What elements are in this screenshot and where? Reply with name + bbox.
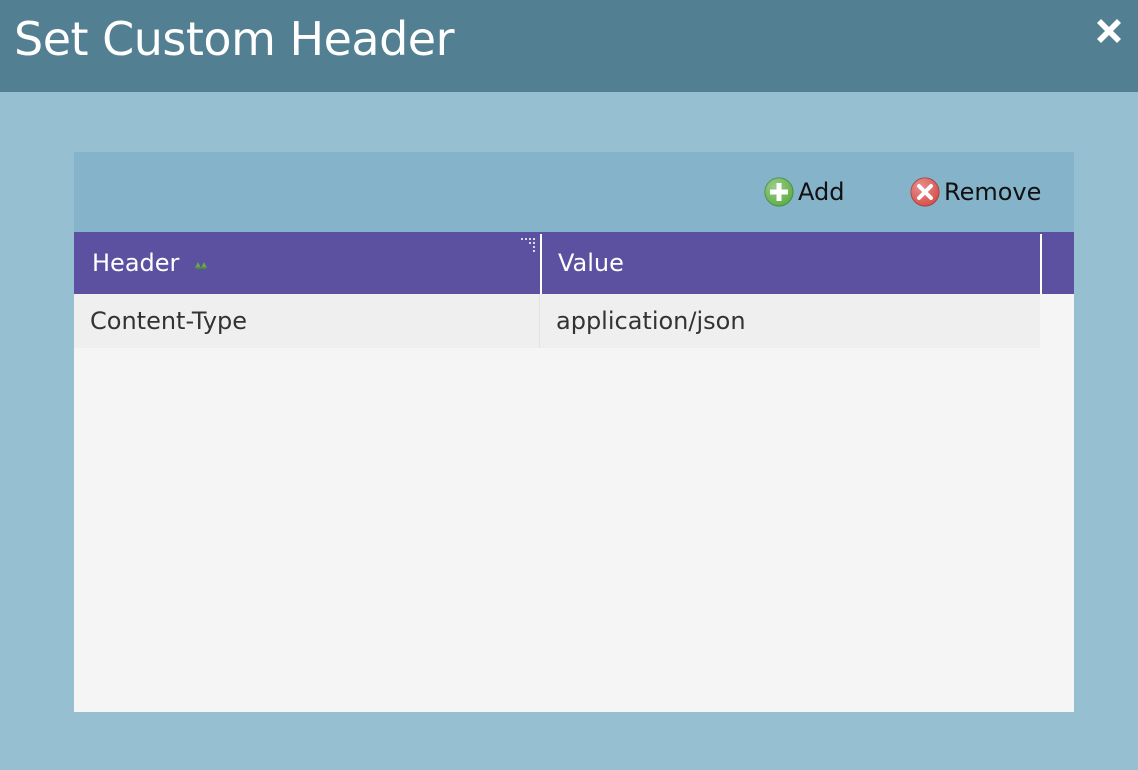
close-icon [1097, 19, 1121, 43]
column-separator [1040, 234, 1042, 294]
sort-indicator-icon [195, 262, 208, 269]
add-button[interactable]: Add [763, 176, 844, 208]
dialog-title: Set Custom Header [14, 12, 455, 66]
column-header-header[interactable]: Header [74, 232, 558, 294]
column-header-label: Header [92, 249, 180, 277]
column-resize-grip[interactable] [519, 235, 541, 255]
column-header-value[interactable]: Value [542, 232, 1056, 294]
add-label: Add [798, 178, 845, 206]
row-value-cell[interactable]: application/json [556, 294, 746, 348]
column-value-label: Value [558, 249, 624, 277]
grid-column-headers: Header Value [74, 232, 1074, 294]
plus-circle-icon [764, 177, 794, 207]
table-row[interactable]: Content-Type application/json [74, 294, 1040, 348]
remove-button[interactable]: Remove [909, 176, 1041, 208]
dialog-titlebar: Set Custom Header [0, 0, 1138, 92]
grip-dots-icon [521, 238, 535, 252]
x-circle-icon [910, 177, 940, 207]
close-button[interactable] [1092, 14, 1126, 48]
cell-separator [539, 294, 540, 348]
custom-header-panel: Add Remove Header Value Content-Type app… [74, 152, 1074, 712]
row-header-cell[interactable]: Content-Type [90, 294, 247, 348]
grid-toolbar: Add Remove [74, 152, 1074, 232]
remove-label: Remove [944, 178, 1042, 206]
